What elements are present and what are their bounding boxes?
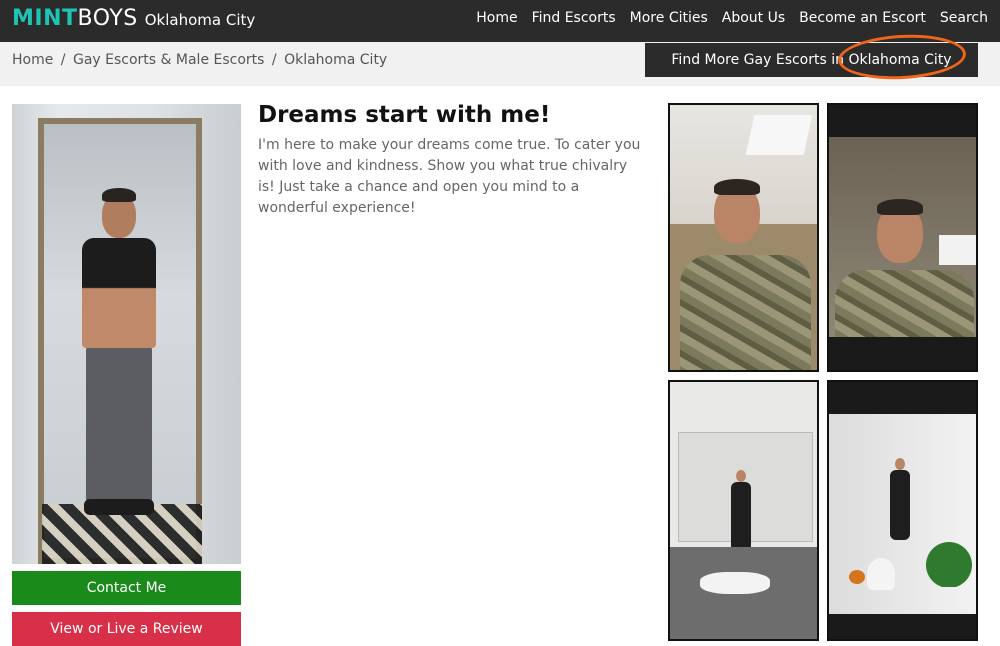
site-logo[interactable]: MINT BOYS Oklahoma City (12, 6, 255, 34)
ceiling-light (745, 115, 813, 155)
breadcrumb-gay-escorts[interactable]: Gay Escorts & Male Escorts (73, 52, 264, 68)
gallery-photo-2[interactable] (827, 103, 978, 372)
uniform (835, 270, 974, 338)
profile-main-photo[interactable] (12, 104, 241, 564)
torso (82, 238, 156, 348)
plant (924, 532, 974, 587)
letterbox-top (829, 382, 976, 414)
breadcrumb-separator: / (60, 52, 66, 68)
nav-search[interactable]: Search (940, 10, 988, 26)
person-figure (72, 188, 162, 524)
breadcrumb: Home / Gay Escorts & Male Escorts / Okla… (12, 52, 387, 68)
breadcrumb-current: Oklahoma City (284, 52, 388, 68)
nav-become-escort[interactable]: Become an Escort (799, 10, 926, 26)
pumpkin-decoration (849, 570, 865, 584)
profile-bio: I'm here to make your dreams come true. … (258, 137, 641, 216)
breadcrumb-separator: / (271, 52, 277, 68)
nav-more-cities[interactable]: More Cities (630, 10, 708, 26)
contact-me-button[interactable]: Contact Me (12, 571, 241, 605)
letterbox-bottom (829, 337, 976, 370)
head (895, 458, 905, 470)
uniform (680, 255, 811, 370)
head (736, 470, 746, 482)
sink (700, 572, 770, 594)
top-navbar: MINT BOYS Oklahoma City Home Find Escort… (0, 0, 1000, 42)
find-more-button[interactable]: Find More Gay Escorts in Oklahoma City (645, 43, 978, 77)
letterbox-bottom (829, 614, 976, 639)
nav-find-escorts[interactable]: Find Escorts (532, 10, 616, 26)
logo-boys: BOYS (77, 6, 138, 31)
gallery-photo-4[interactable] (827, 380, 978, 641)
ghost-decoration (867, 558, 895, 590)
pants (86, 346, 152, 506)
hair (102, 188, 136, 202)
profile-headline: Dreams start with me! (258, 102, 551, 128)
nav-home[interactable]: Home (476, 10, 517, 26)
person-figure (890, 470, 910, 540)
main-nav: Home Find Escorts More Cities About Us B… (476, 0, 988, 36)
gallery-photo-3[interactable] (668, 380, 819, 641)
gallery-photo-1[interactable] (668, 103, 819, 372)
counter (670, 547, 817, 639)
hair (714, 179, 760, 195)
breadcrumb-home[interactable]: Home (12, 52, 53, 68)
person-figure (731, 482, 751, 552)
nav-about-us[interactable]: About Us (722, 10, 785, 26)
hair (877, 199, 923, 215)
shoes (84, 499, 154, 515)
letterbox-top (829, 105, 976, 137)
window (939, 235, 976, 265)
logo-mint: MINT (12, 6, 78, 31)
logo-city: Oklahoma City (144, 11, 256, 29)
